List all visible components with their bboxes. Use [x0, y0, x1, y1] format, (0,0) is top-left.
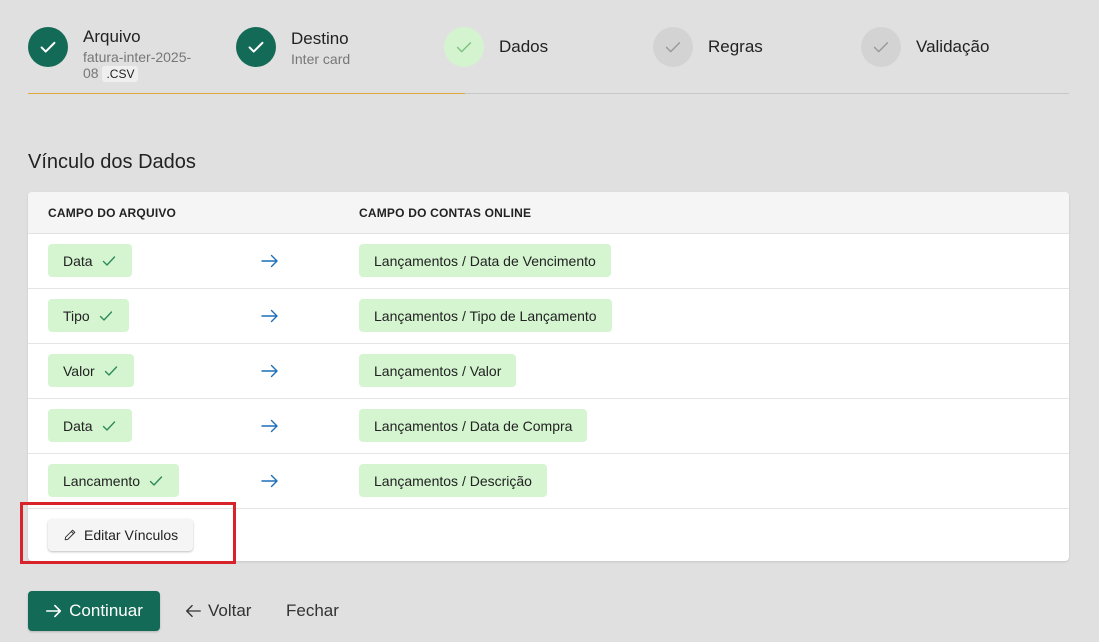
- table-row: Valor Lançamentos / Valor: [28, 344, 1069, 399]
- source-field-chip: Tipo: [48, 299, 129, 332]
- source-field-label: Lancamento: [63, 472, 141, 489]
- step-title: Regras: [708, 37, 763, 56]
- source-field-chip: Valor: [48, 354, 134, 387]
- step-validacao[interactable]: Validação: [861, 27, 989, 67]
- pencil-icon: [64, 529, 76, 541]
- step-subtitle: fatura-inter-2025- 08 .CSV: [83, 49, 191, 82]
- step-dados[interactable]: Dados: [444, 27, 548, 67]
- source-field-chip: Data: [48, 244, 132, 277]
- step-pending-check-icon: [861, 27, 901, 67]
- arrow-right-icon: [261, 419, 278, 433]
- arrow-right-icon: [261, 474, 278, 488]
- continue-label: Continuar: [69, 601, 143, 620]
- target-field-chip: Lançamentos / Data de Compra: [359, 409, 588, 442]
- edit-mappings-button[interactable]: Editar Vínculos: [48, 519, 194, 551]
- arrow-right-icon: [261, 309, 278, 323]
- target-field-chip: Lançamentos / Tipo de Lançamento: [359, 299, 612, 332]
- check-icon: [102, 420, 115, 431]
- column-header-file-field: CAMPO DO ARQUIVO: [48, 206, 177, 220]
- step-done-check-icon: [28, 27, 68, 67]
- check-icon: [99, 310, 112, 321]
- arrow-right-icon: [46, 604, 62, 618]
- arrow-left-icon: [186, 604, 201, 618]
- step-title: Arquivo: [83, 27, 141, 46]
- table-header: CAMPO DO ARQUIVO CAMPO DO CONTAS ONLINE: [28, 192, 1069, 234]
- file-name-part: 08: [83, 65, 99, 81]
- source-field-label: Data: [63, 417, 93, 434]
- step-regras[interactable]: Regras: [653, 27, 763, 67]
- step-title: Validação: [916, 37, 990, 56]
- step-current-check-icon: [444, 27, 484, 67]
- arrow-right-icon: [261, 364, 278, 378]
- step-done-check-icon: [236, 27, 276, 67]
- column-header-app-field: CAMPO DO CONTAS ONLINE: [359, 206, 532, 220]
- step-subtitle: Inter card: [291, 51, 351, 67]
- check-icon: [104, 365, 117, 376]
- step-destino[interactable]: Destino Inter card: [236, 27, 350, 67]
- table-row: Lancamento Lançamentos / Descrição: [28, 454, 1069, 509]
- source-field-chip: Lancamento: [48, 464, 180, 497]
- table-row: Tipo Lançamentos / Tipo de Lançamento: [28, 289, 1069, 344]
- close-button[interactable]: Fechar: [286, 591, 339, 631]
- file-extension-badge: .CSV: [102, 66, 139, 82]
- source-field-chip: Data: [48, 409, 132, 442]
- target-field-chip: Lançamentos / Valor: [359, 354, 517, 387]
- source-field-label: Data: [63, 252, 93, 269]
- step-title: Dados: [499, 37, 549, 56]
- source-field-label: Tipo: [63, 307, 90, 324]
- step-pending-check-icon: [653, 27, 693, 67]
- target-field-chip: Lançamentos / Data de Vencimento: [359, 244, 611, 277]
- stepper-progress-bar: [28, 93, 466, 94]
- continue-button[interactable]: Continuar: [28, 591, 160, 631]
- table-row: Data Lançamentos / Data de Vencimento: [28, 234, 1069, 289]
- close-label: Fechar: [286, 601, 339, 620]
- import-stepper: Arquivo fatura-inter-2025- 08 .CSV Desti…: [28, 0, 1069, 94]
- arrow-right-icon: [261, 254, 278, 268]
- back-button[interactable]: Voltar: [184, 591, 251, 631]
- edit-row: Editar Vínculos: [28, 509, 1069, 561]
- edit-mappings-label: Editar Vínculos: [84, 527, 179, 543]
- back-label: Voltar: [208, 601, 252, 620]
- target-field-chip: Lançamentos / Descrição: [359, 464, 547, 497]
- step-title: Destino: [291, 29, 349, 48]
- table-row: Data Lançamentos / Data de Compra: [28, 399, 1069, 454]
- step-arquivo[interactable]: Arquivo fatura-inter-2025- 08 .CSV: [28, 27, 191, 82]
- mapping-table: CAMPO DO ARQUIVO CAMPO DO CONTAS ONLINE …: [28, 192, 1069, 561]
- check-icon: [102, 255, 115, 266]
- source-field-label: Valor: [63, 362, 95, 379]
- file-name-part: fatura-inter-2025-: [83, 49, 192, 65]
- check-icon: [149, 475, 163, 486]
- section-title: Vínculo dos Dados: [28, 151, 196, 173]
